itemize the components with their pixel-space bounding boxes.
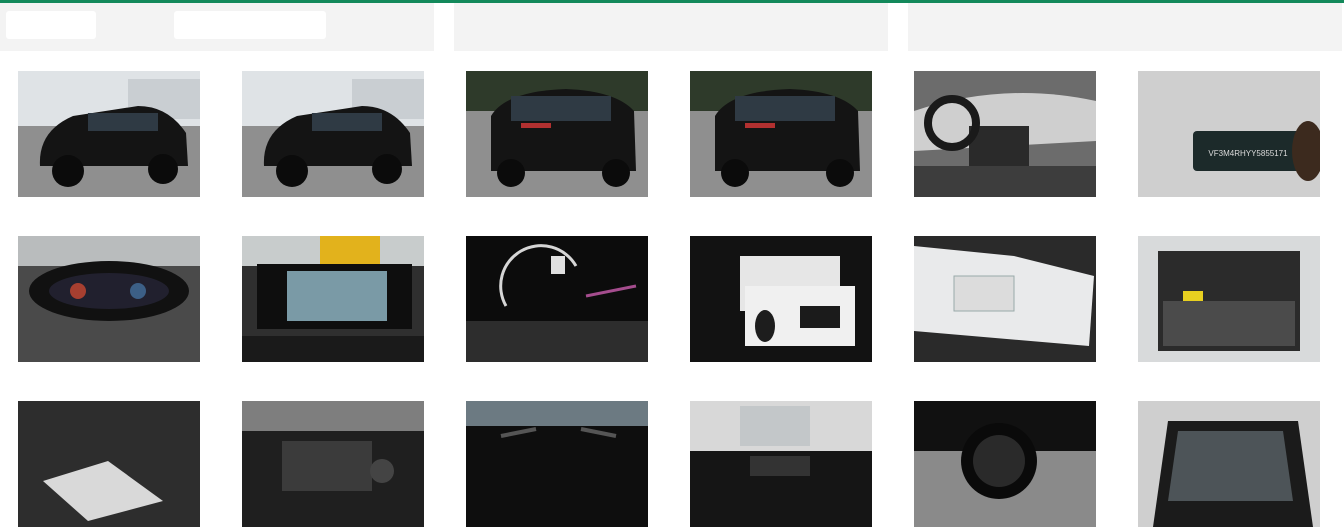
column-header-2	[454, 3, 888, 51]
photo-thumbnail[interactable]	[466, 236, 648, 362]
photo-thumbnail[interactable]	[242, 71, 424, 197]
svg-text:VF3M4RHYY5855171: VF3M4RHYY5855171	[1208, 149, 1288, 158]
photo-thumbnail[interactable]	[18, 401, 200, 527]
photo-thumbnail[interactable]	[18, 71, 200, 197]
photo-thumbnail[interactable]	[914, 236, 1096, 362]
photo-thumbnail[interactable]	[914, 71, 1096, 197]
photo-thumbnail[interactable]	[1138, 236, 1320, 362]
column-header-1	[0, 3, 434, 51]
photo-thumbnail[interactable]	[242, 236, 424, 362]
column-header-3	[908, 3, 1342, 51]
photo-thumbnail[interactable]	[690, 71, 872, 197]
photo-thumbnail[interactable]	[1138, 401, 1320, 527]
search-pill[interactable]	[174, 11, 326, 39]
photo-thumbnail[interactable]	[690, 401, 872, 527]
photo-thumbnail[interactable]: VF3M4RHYY5855171	[1138, 71, 1320, 197]
photo-thumbnail[interactable]	[466, 401, 648, 527]
photo-thumbnail[interactable]	[690, 236, 872, 362]
photo-thumbnail[interactable]	[242, 401, 424, 527]
photo-thumbnail[interactable]	[18, 236, 200, 362]
photo-thumbnail[interactable]	[914, 401, 1096, 527]
filter-pill[interactable]	[6, 11, 96, 39]
photo-thumbnail[interactable]	[466, 71, 648, 197]
